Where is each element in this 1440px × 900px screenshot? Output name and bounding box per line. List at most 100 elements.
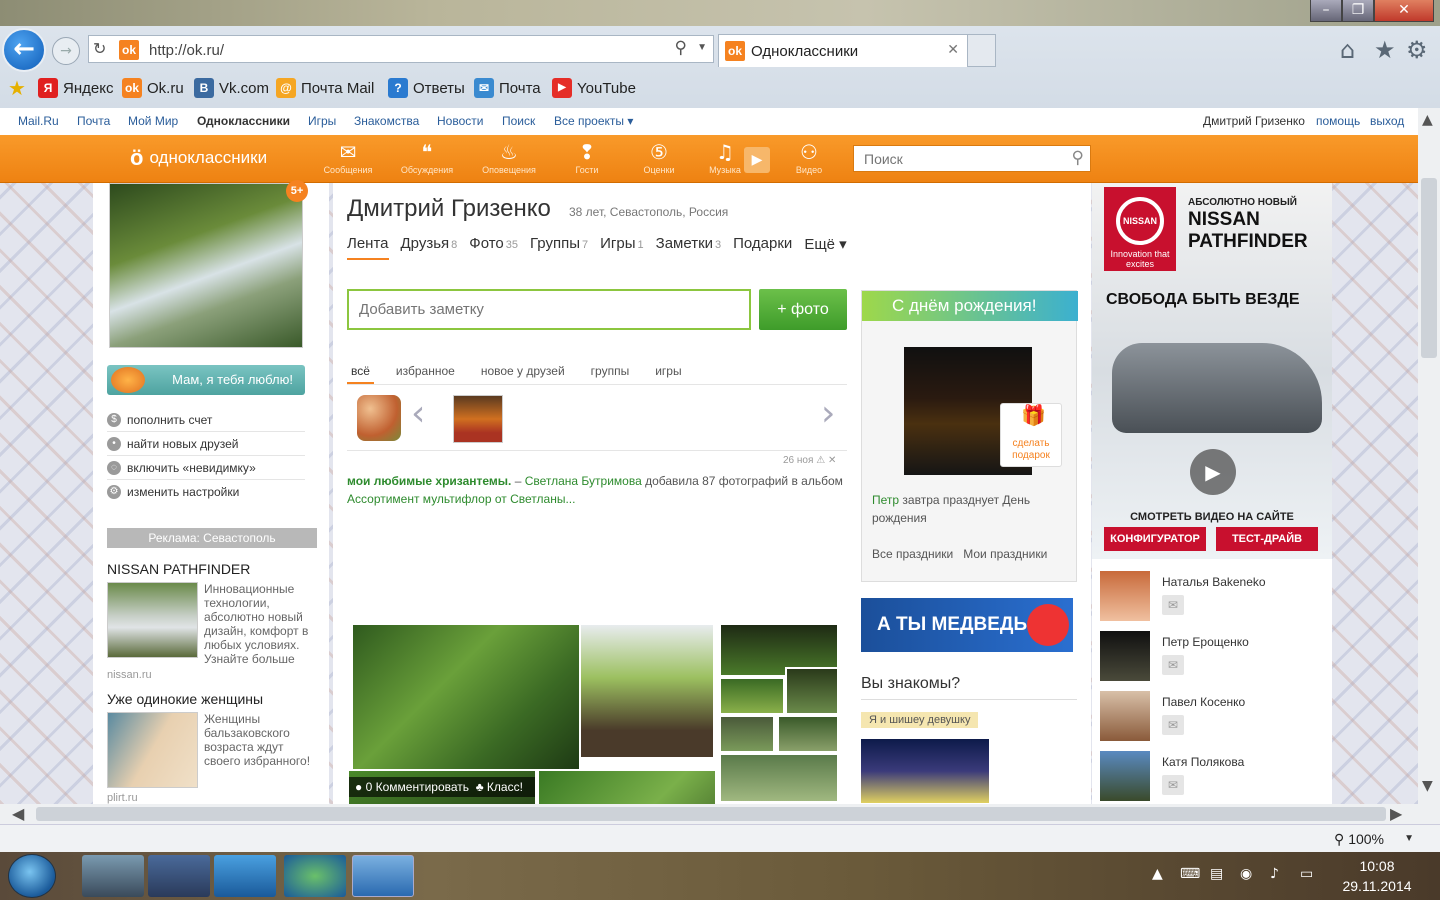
feed-photo[interactable] [719,715,775,753]
test-drive-button[interactable]: ТЕСТ-ДРАЙВ [1216,527,1318,551]
back-button[interactable]: ← [2,28,46,72]
link-top-up[interactable]: $ пополнить счет [107,408,305,432]
ad-title[interactable]: Уже одинокие женщины [107,691,263,707]
tab-games[interactable]: Игры 1 [600,235,644,260]
refresh-icon[interactable]: ↻ [93,39,106,58]
tab-more[interactable]: Ещё ▾ [804,235,846,260]
fav-yandex[interactable]: Я Яндекс [38,78,113,98]
maximize-button[interactable]: ❐ [1342,0,1374,22]
message-icon[interactable]: ✉ [1162,715,1184,735]
music-play-icon[interactable]: ▶ [744,147,770,173]
fav-pochta[interactable]: ✉ Почта [474,78,541,98]
tab-feed[interactable]: Лента [347,235,389,260]
portal-link-moymir[interactable]: Мой Мир [128,114,178,128]
birthday-person-link[interactable]: Петр [872,493,899,507]
home-icon[interactable]: ⌂ [1340,36,1355,64]
new-tab-button[interactable] [968,34,996,67]
friend-item[interactable]: Павел Косенко ✉ [1100,687,1328,747]
url-text[interactable]: http://ok.ru/ [149,42,224,59]
gear-icon[interactable]: ⚙ [1406,36,1428,64]
system-clock[interactable]: 10:08 29.11.2014 [1334,856,1420,896]
feed-photo[interactable] [579,623,715,759]
search-input[interactable] [854,146,1054,171]
feed-photo[interactable] [351,623,581,771]
scroll-right-icon[interactable]: ▶ [1390,804,1402,823]
tab-photos[interactable]: Фото 35 [469,235,518,260]
network-icon[interactable]: ▭ [1300,866,1313,882]
feed-album-link[interactable]: Ассортимент мультифлор от Светланы... [347,492,575,506]
tray-expand-icon[interactable]: ▲ [1152,866,1163,882]
nav-notifications[interactable]: ♨ Оповещения [474,139,544,175]
like-button[interactable]: Класс! [487,780,523,794]
add-photo-button[interactable]: + фото [759,289,847,330]
portal-link-news[interactable]: Новости [437,114,483,128]
nav-ratings[interactable]: ⑤ Оценки [624,139,694,175]
zoom-level[interactable]: ⚲ 100% [1334,831,1384,848]
scroll-left-icon[interactable]: ◀ [12,804,24,823]
portal-link-mailru[interactable]: Mail.Ru [18,114,59,128]
filter-favorites[interactable]: избранное [392,359,459,384]
taskbar-app-user[interactable] [82,855,144,897]
friend-item[interactable]: Наталья Bakeneko ✉ [1100,567,1328,627]
portal-link-games[interactable]: Игры [308,114,336,128]
star-icon[interactable]: ★ [1374,36,1396,64]
nissan-banner[interactable]: NISSAN Innovation that excites АБСОЛЮТНО … [1092,183,1332,559]
promo-button[interactable]: Мам, я тебя люблю! [107,365,305,395]
scroll-thumb[interactable] [36,807,1386,821]
chevron-down-icon[interactable]: ▼ [1404,833,1414,844]
avatar[interactable] [1100,691,1150,741]
all-holidays-link[interactable]: Все праздники [872,547,953,561]
close-window-button[interactable]: ✕ [1374,0,1434,22]
filter-friends-new[interactable]: новое у друзей [477,359,569,384]
close-icon[interactable]: ✕ [828,455,836,466]
portal-link-odnoklassniki[interactable]: Одноклассники [197,114,290,128]
portal-link-search[interactable]: Поиск [502,114,535,128]
tab-groups[interactable]: Группы 7 [530,235,588,260]
friend-item[interactable]: Катя Полякова ✉ [1100,747,1328,804]
nav-guests[interactable]: ❢ Гости [552,139,622,175]
avatar[interactable] [1100,631,1150,681]
volume-icon[interactable]: ♪ [1270,866,1279,882]
link-invisible[interactable]: ◌ включить «невидимку» [107,456,305,480]
message-icon[interactable]: ✉ [1162,595,1184,615]
address-bar[interactable]: ↻ ok http://ok.ru/ ⚲ ▼ [88,35,714,63]
filter-groups[interactable]: группы [587,359,634,384]
fav-youtube[interactable]: ▶ YouTube [552,78,636,98]
fav-mail[interactable]: @ Почта Mail [276,78,374,98]
scroll-thumb[interactable] [1421,178,1437,358]
fav-vk[interactable]: B Vk.com [194,78,269,98]
fav-answers[interactable]: ? Ответы [388,78,465,98]
vertical-scrollbar[interactable]: ▲ ▼ [1418,108,1440,804]
warning-icon[interactable]: ⚠ [816,455,825,466]
favorites-star-icon[interactable]: ★ [8,76,26,100]
portal-user-name[interactable]: Дмитрий Гризенко [1203,114,1305,128]
feed-group-link[interactable]: мои любимые хризантемы. [347,474,511,488]
portal-logout-link[interactable]: выход [1370,114,1404,128]
make-gift-button[interactable]: 🎁 сделать подарок [1000,403,1062,467]
know-image[interactable] [861,739,989,803]
feed-author-link[interactable]: Светлана Бутримова [525,474,642,488]
strip-thumbnail[interactable] [453,395,503,443]
taskbar-app-ie[interactable] [352,855,414,897]
portal-help-link[interactable]: помощь [1316,114,1360,128]
filter-games[interactable]: игры [651,359,685,384]
feed-photo[interactable] [719,753,839,803]
ad-text[interactable]: Инновационные технологии, абсолютно новы… [204,582,316,666]
add-note-input[interactable] [347,289,751,330]
ad-image[interactable] [107,712,198,788]
tab-notes[interactable]: Заметки 3 [656,235,722,260]
ad-title[interactable]: NISSAN PATHFINDER [107,561,250,577]
scroll-down-icon[interactable]: ▼ [1422,778,1433,794]
chevron-right-icon[interactable]: › [821,393,835,434]
network-app-icon[interactable]: ◉ [1240,866,1252,882]
close-tab-icon[interactable]: ✕ [947,41,959,58]
browser-tab[interactable]: ok Одноклассники ✕ [718,34,968,67]
nav-discussions[interactable]: ❝ Обсуждения [392,139,462,175]
portal-link-all-projects[interactable]: Все проекты ▾ [554,114,633,128]
message-icon[interactable]: ✉ [1162,655,1184,675]
feed-photo[interactable] [785,667,839,715]
bear-banner[interactable]: А ТЫ МЕДВЕДЬ? [861,598,1073,652]
configurator-button[interactable]: КОНФИГУРАТОР [1104,527,1206,551]
feed-photo[interactable] [719,677,785,715]
horizontal-scrollbar[interactable]: ◀ ▶ [0,804,1440,824]
